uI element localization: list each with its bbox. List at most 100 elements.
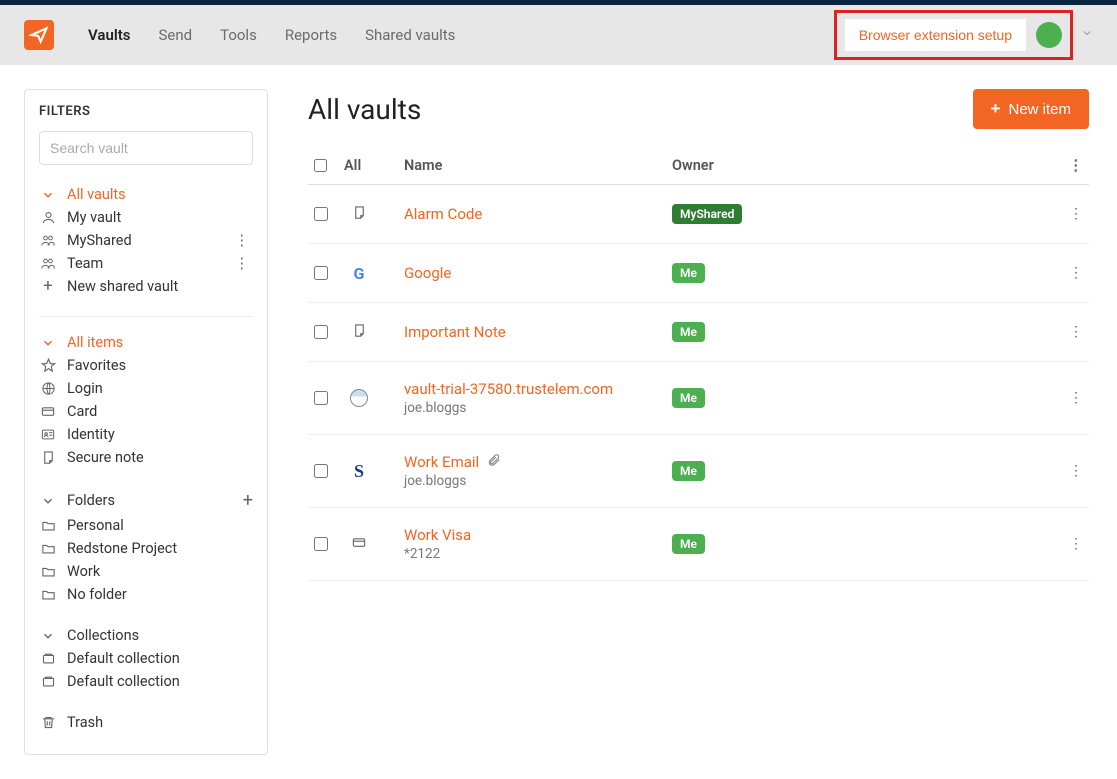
sidebar-collection-default-collection[interactable]: Default collection xyxy=(39,647,253,670)
browser-extension-highlight: Browser extension setup xyxy=(834,10,1073,60)
attachment-icon xyxy=(487,453,501,471)
globe-icon xyxy=(39,381,57,396)
chevron-down-icon xyxy=(39,336,57,350)
sidebar-item-type-label: Favorites xyxy=(67,357,126,374)
row-menu-icon[interactable]: ⋮ xyxy=(231,255,254,272)
item-title-link[interactable]: Work Visa xyxy=(404,526,672,544)
sidebar-item-type-login[interactable]: Login xyxy=(39,377,253,400)
row-actions-icon[interactable]: ⋮ xyxy=(1053,463,1083,479)
sidebar-folder-label: Personal xyxy=(67,517,124,534)
folders-header[interactable]: Folders + xyxy=(39,487,253,514)
folder-icon xyxy=(39,518,57,533)
row-actions-icon[interactable]: ⋮ xyxy=(1053,265,1083,281)
top-nav: Vaults Send Tools Reports Shared vaults xyxy=(88,26,455,44)
row-actions-icon[interactable]: ⋮ xyxy=(1053,536,1083,552)
row-checkbox[interactable] xyxy=(314,391,328,405)
folder-icon xyxy=(39,541,57,556)
row-checkbox[interactable] xyxy=(314,464,328,478)
sidebar-folder-redstone-project[interactable]: Redstone Project xyxy=(39,537,253,560)
item-subtitle: joe.bloggs xyxy=(404,400,672,416)
sidebar-vault-new-shared-vault[interactable]: +New shared vault xyxy=(39,275,253,298)
header-actions-icon[interactable]: ⋮ xyxy=(1053,157,1083,174)
sidebar-folder-label: No folder xyxy=(67,586,127,603)
card-icon xyxy=(351,535,367,554)
owner-badge: Me xyxy=(672,388,705,408)
select-all-checkbox[interactable] xyxy=(314,159,327,172)
sidebar: FILTERS All vaults My vaultMyShared⋮Team… xyxy=(0,65,280,779)
app-logo[interactable] xyxy=(24,20,54,50)
chevron-down-icon xyxy=(39,494,57,508)
sidebar-item-trash[interactable]: Trash xyxy=(39,711,253,734)
add-folder-button[interactable]: + xyxy=(243,490,253,511)
collections-label: Collections xyxy=(67,627,139,644)
avatar[interactable] xyxy=(1036,22,1062,48)
s-logo-icon: S xyxy=(354,461,364,482)
chevron-down-icon xyxy=(39,188,57,202)
table-row: vault-trial-37580.trustelem.com joe.blogg… xyxy=(308,362,1089,435)
page-title: All vaults xyxy=(308,93,421,126)
item-title-link[interactable]: Alarm Code xyxy=(404,205,672,223)
sidebar-collection-default-collection[interactable]: Default collection xyxy=(39,670,253,693)
col-owner-header[interactable]: Owner xyxy=(672,157,1053,174)
star-icon xyxy=(39,358,57,373)
sidebar-vault-my-vault[interactable]: My vault xyxy=(39,206,253,229)
group-icon xyxy=(39,233,57,248)
chevron-down-icon xyxy=(39,629,57,643)
sidebar-vault-label: MyShared xyxy=(67,232,132,249)
trash-label: Trash xyxy=(67,714,103,731)
table-row: Important NoteMe⋮ xyxy=(308,303,1089,362)
sidebar-vault-label: My vault xyxy=(67,209,121,226)
row-checkbox[interactable] xyxy=(314,325,328,339)
sidebar-folder-work[interactable]: Work xyxy=(39,560,253,583)
search-input[interactable] xyxy=(39,131,253,165)
row-menu-icon[interactable]: ⋮ xyxy=(231,232,254,249)
group-icon xyxy=(39,256,57,271)
item-title-link[interactable]: Work Email xyxy=(404,453,672,471)
new-item-button[interactable]: + New item xyxy=(973,89,1089,129)
item-title-link[interactable]: vault-trial-37580.trustelem.com xyxy=(404,380,672,398)
folder-icon xyxy=(39,587,57,602)
row-actions-icon[interactable]: ⋮ xyxy=(1053,390,1083,406)
item-title-link[interactable]: Important Note xyxy=(404,323,672,341)
table-row: Alarm CodeMyShared⋮ xyxy=(308,185,1089,244)
table-header: All Name Owner ⋮ xyxy=(308,147,1089,185)
sidebar-item-type-secure-note[interactable]: Secure note xyxy=(39,446,253,469)
main-content: All vaults + New item All Name Owner ⋮ A… xyxy=(280,65,1117,779)
nav-item-shared-vaults[interactable]: Shared vaults xyxy=(365,26,455,44)
table-row: SWork Email joe.bloggsMe⋮ xyxy=(308,435,1089,508)
sidebar-item-type-identity[interactable]: Identity xyxy=(39,423,253,446)
col-name-header[interactable]: Name xyxy=(404,157,672,174)
user-menu-chevron-icon[interactable] xyxy=(1081,27,1093,43)
nav-item-tools[interactable]: Tools xyxy=(220,26,257,44)
nav-item-reports[interactable]: Reports xyxy=(285,26,337,44)
row-checkbox[interactable] xyxy=(314,207,328,221)
sidebar-item-type-favorites[interactable]: Favorites xyxy=(39,354,253,377)
row-actions-icon[interactable]: ⋮ xyxy=(1053,324,1083,340)
col-all-label[interactable]: All xyxy=(344,157,404,174)
sidebar-folder-label: Redstone Project xyxy=(67,540,177,557)
trash-icon xyxy=(39,715,57,730)
browser-extension-setup-button[interactable]: Browser extension setup xyxy=(845,19,1026,51)
table-row: G GoogleMe ⋮ xyxy=(308,244,1089,303)
all-vaults-header[interactable]: All vaults xyxy=(39,183,253,206)
nav-item-vaults[interactable]: Vaults xyxy=(88,26,130,44)
sidebar-vault-team[interactable]: Team⋮ xyxy=(39,252,253,275)
plus-icon: + xyxy=(39,278,57,295)
sidebar-folder-label: Work xyxy=(67,563,100,580)
all-items-header[interactable]: All items xyxy=(39,331,253,354)
sidebar-item-type-label: Secure note xyxy=(67,449,144,466)
google-logo-icon: G xyxy=(354,264,365,283)
item-title-link[interactable]: Google xyxy=(404,264,672,282)
sidebar-folder-no-folder[interactable]: No folder xyxy=(39,583,253,606)
row-checkbox[interactable] xyxy=(314,266,328,280)
sidebar-folder-personal[interactable]: Personal xyxy=(39,514,253,537)
owner-badge: Me xyxy=(672,263,705,283)
row-actions-icon[interactable]: ⋮ xyxy=(1053,206,1083,222)
sidebar-item-type-card[interactable]: Card xyxy=(39,400,253,423)
sidebar-vault-myshared[interactable]: MyShared ⋮ xyxy=(39,229,253,252)
nav-item-send[interactable]: Send xyxy=(158,26,192,44)
globe-icon xyxy=(350,389,368,407)
row-checkbox[interactable] xyxy=(314,537,328,551)
plus-icon: + xyxy=(991,99,1001,119)
collections-header[interactable]: Collections xyxy=(39,624,253,647)
